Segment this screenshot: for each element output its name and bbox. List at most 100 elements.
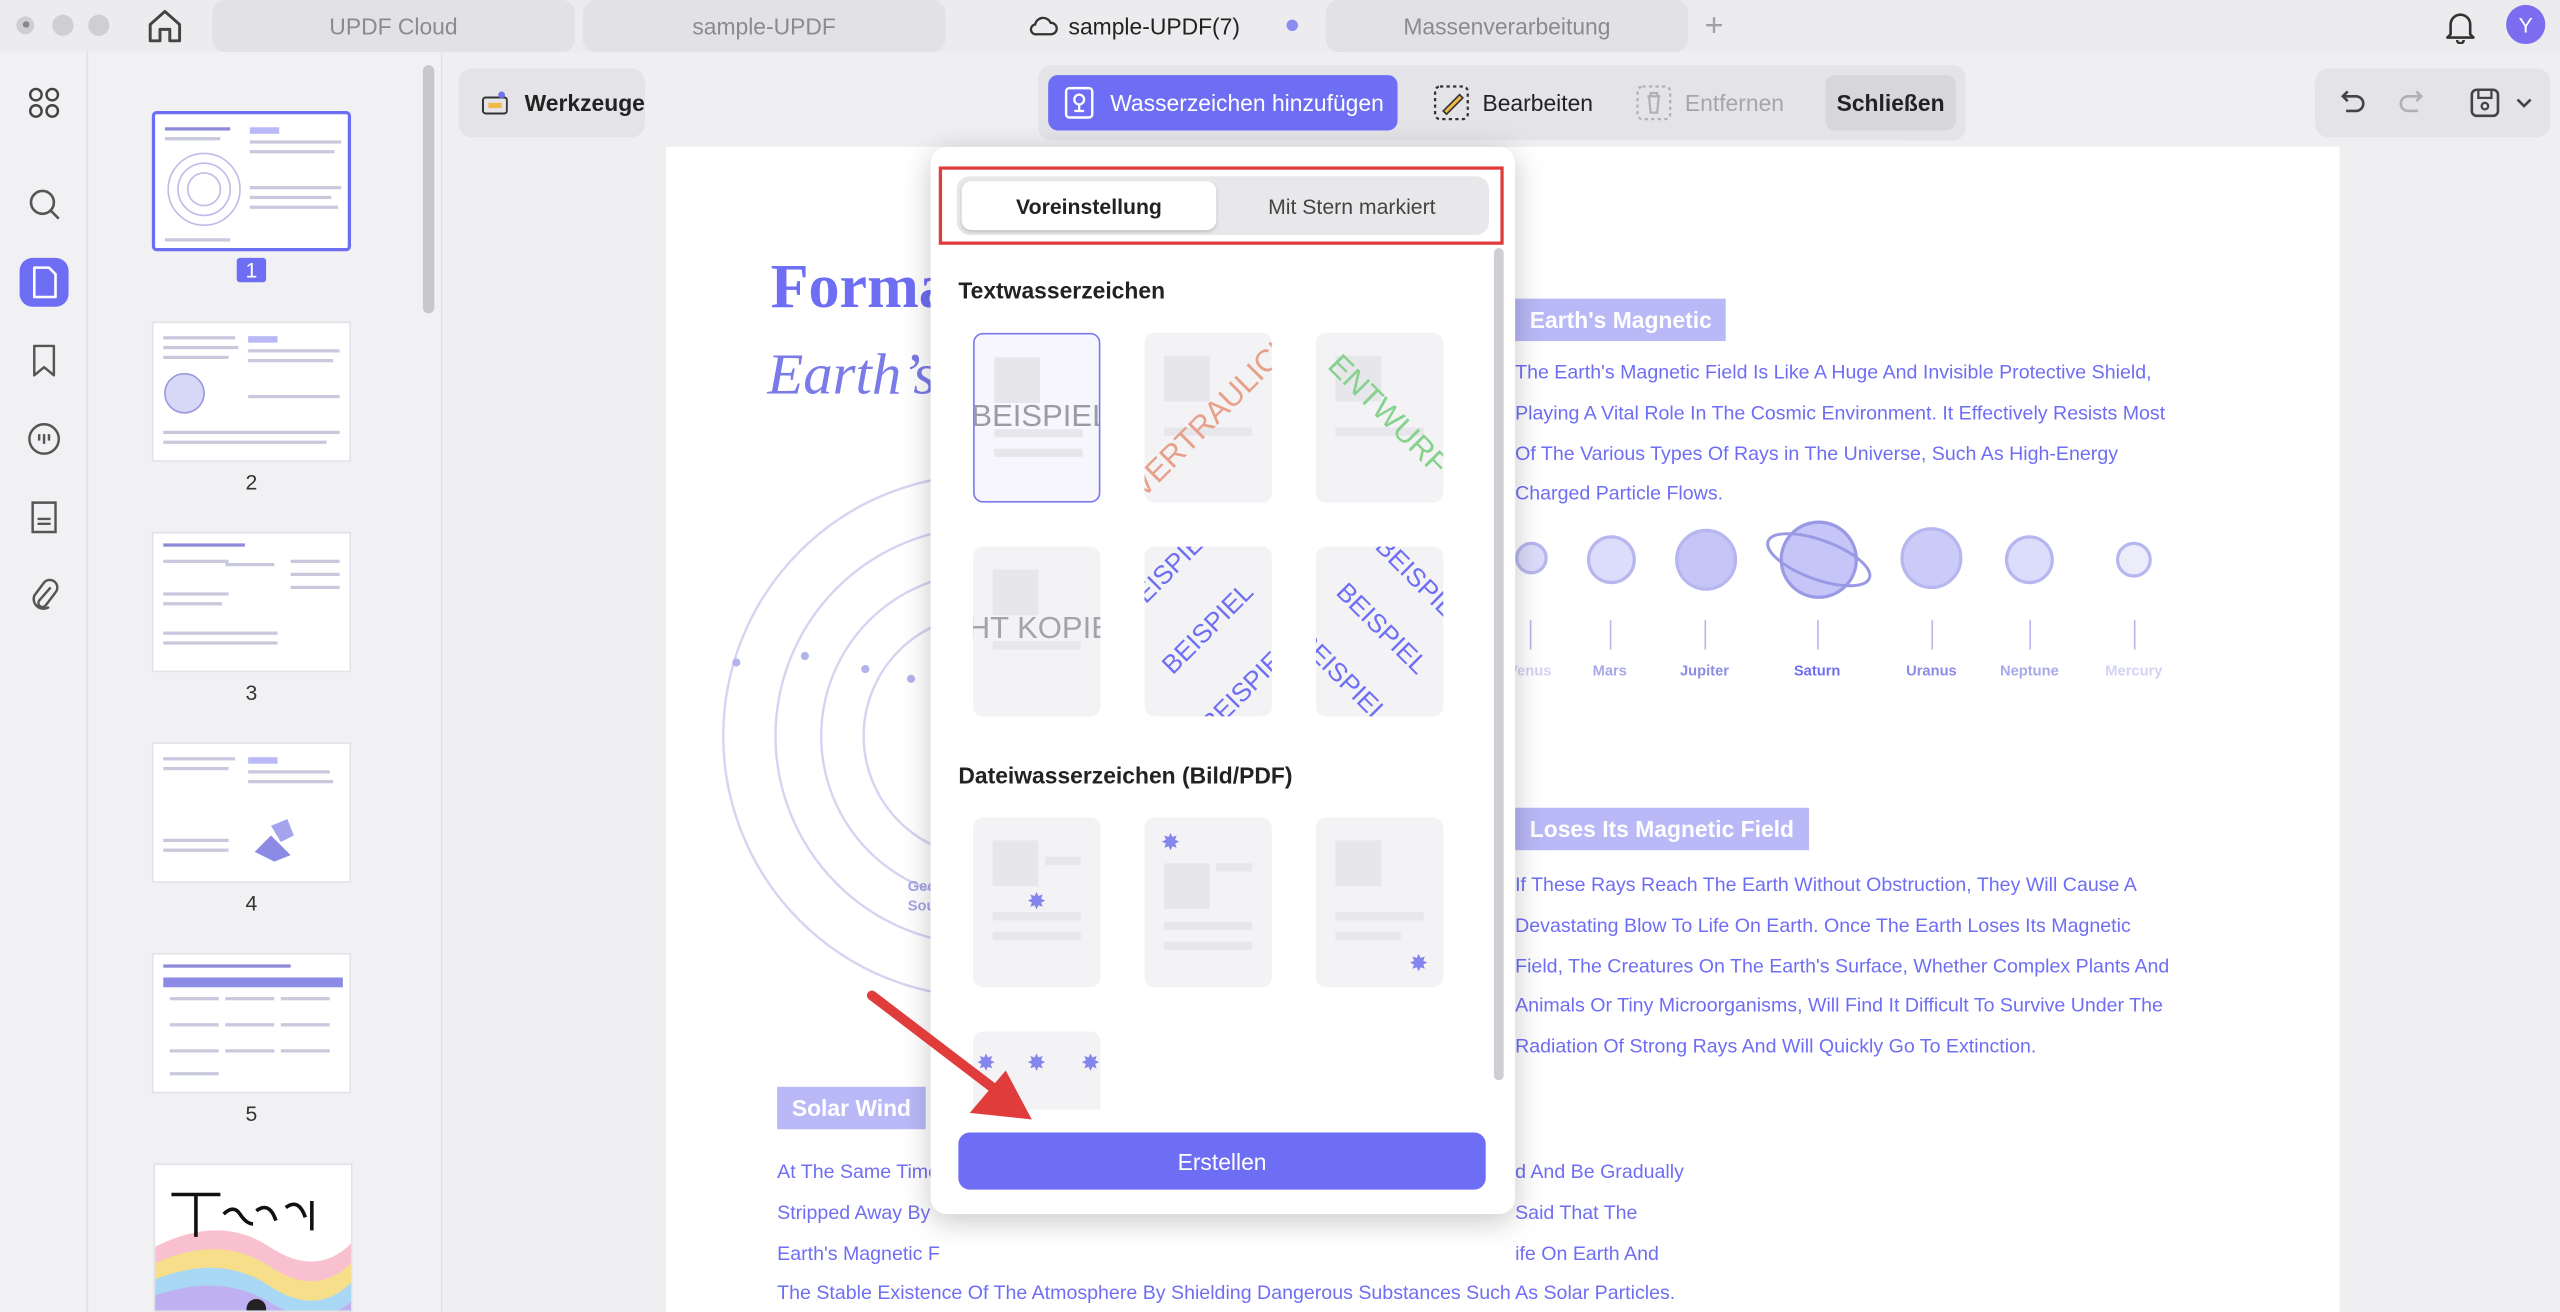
text-watermark-preset-beispiel[interactable]: BEISPIEL bbox=[973, 332, 1101, 503]
tab-sample-updf[interactable]: sample-UPDF bbox=[582, 0, 946, 53]
title-bar: UPDF Cloud sample-UPDF sample-UPDF(7) Ma… bbox=[0, 0, 2560, 53]
page-thumbnail-4[interactable] bbox=[151, 742, 352, 883]
save-icon[interactable] bbox=[2469, 86, 2502, 119]
planet-saturn bbox=[1766, 520, 1872, 599]
text-watermark-heading: Textwasserzeichen bbox=[958, 277, 1166, 304]
grid-icon[interactable] bbox=[20, 78, 69, 127]
section-paragraph-solar-wind-right: d And Be Gradually Said That The ife On … bbox=[1515, 1160, 1684, 1265]
page-thumbnail-6[interactable] bbox=[153, 1163, 353, 1312]
tab-massenverarbeitung[interactable]: Massenverarbeitung bbox=[1325, 0, 1689, 53]
avatar-initial: Y bbox=[2518, 12, 2533, 37]
text-watermark-preset-beispiel-tiled[interactable]: BEISPIEL BEISPIEL BEISPIEL bbox=[1144, 546, 1272, 717]
page-number-label: 5 bbox=[245, 1101, 258, 1126]
diagram-thumbnail-icon bbox=[167, 152, 241, 227]
page-thumbnail-2[interactable] bbox=[151, 321, 352, 462]
planet-label: Uranus bbox=[1906, 662, 1957, 679]
edit-watermark-button[interactable]: Bearbeiten bbox=[1433, 75, 1593, 130]
watermark-toolbar: Wasserzeichen hinzufügen Bearbeiten Entf… bbox=[1038, 65, 1966, 141]
history-toolbar bbox=[2315, 68, 2551, 138]
tools-button[interactable]: Werkzeuge bbox=[458, 68, 645, 138]
search-icon[interactable] bbox=[20, 180, 69, 229]
watermark-source-switch: Voreinstellung Mit Stern markiert bbox=[956, 176, 1489, 235]
edit-watermark-label: Bearbeiten bbox=[1482, 89, 1594, 116]
page-icon[interactable] bbox=[19, 257, 69, 307]
close-watermark-button[interactable]: Schließen bbox=[1825, 75, 1956, 131]
text-watermark-preset-nicht-kopieren[interactable]: NICHT KOPIEREN bbox=[973, 546, 1101, 717]
tools-label: Werkzeuge bbox=[524, 89, 645, 116]
text-watermark-preset-beispiel-diagonal[interactable]: BEISPIEL BEISPIEL BEISPIEL bbox=[1315, 546, 1444, 717]
redo-icon[interactable] bbox=[2397, 86, 2430, 119]
tab-preset[interactable]: Voreinstellung bbox=[961, 181, 1217, 231]
document-title-line-2: Earth’s bbox=[767, 341, 937, 407]
tab-sample-updf-7[interactable]: sample-UPDF(7) bbox=[953, 0, 1315, 52]
remove-watermark-button[interactable]: Entfernen bbox=[1636, 75, 1784, 130]
add-watermark-button[interactable]: Wasserzeichen hinzufügen bbox=[1048, 75, 1398, 131]
globe-thumbnail-icon bbox=[164, 372, 205, 414]
attachment-icon[interactable] bbox=[20, 571, 69, 620]
tab-starred[interactable]: Mit Stern markiert bbox=[1218, 181, 1486, 230]
cloud-icon bbox=[1030, 16, 1059, 36]
travel-cover-thumbnail-icon bbox=[155, 1192, 352, 1311]
page-number-label: 2 bbox=[245, 469, 258, 495]
section-paragraph-solar-wind-last: The Stable Existence Of The Atmosphere B… bbox=[777, 1280, 1676, 1304]
file-watermark-preset-top-left[interactable]: ✸ bbox=[1144, 817, 1272, 988]
tab-label: sample-UPDF bbox=[692, 13, 836, 40]
create-watermark-button[interactable]: Erstellen bbox=[958, 1132, 1486, 1190]
comment-icon[interactable] bbox=[20, 414, 69, 463]
planet-jupiter bbox=[1675, 528, 1738, 591]
remove-watermark-label: Entfernen bbox=[1684, 89, 1785, 116]
image-watermark-icon: ✸ bbox=[1026, 887, 1047, 914]
bookmark-icon[interactable] bbox=[20, 336, 69, 385]
planet-label: Mars bbox=[1592, 662, 1627, 679]
home-icon[interactable] bbox=[144, 7, 186, 46]
section-heading-magnetic: Earth's Magnetic bbox=[1515, 298, 1727, 342]
page-thumbnail-5[interactable] bbox=[151, 952, 352, 1094]
page-number-label: 1 bbox=[152, 257, 351, 283]
add-watermark-label: Wasserzeichen hinzufügen bbox=[1110, 89, 1384, 116]
page-number-label: 3 bbox=[245, 680, 258, 705]
tab-updf-cloud[interactable]: UPDF Cloud bbox=[212, 0, 575, 53]
planet-neptune bbox=[2004, 535, 2054, 585]
unsaved-dot-icon bbox=[1286, 19, 1298, 32]
form-icon[interactable] bbox=[20, 493, 69, 542]
bell-icon[interactable] bbox=[2442, 8, 2478, 45]
planet-uranus bbox=[1900, 527, 1963, 590]
undo-icon[interactable] bbox=[2335, 86, 2368, 119]
image-watermark-icon: ✸ bbox=[1080, 1049, 1100, 1076]
image-watermark-icon: ✸ bbox=[1408, 949, 1429, 976]
page-number-label: 4 bbox=[245, 890, 258, 916]
tab-label: Massenverarbeitung bbox=[1403, 13, 1611, 40]
thumbnail-scrollbar[interactable] bbox=[422, 65, 435, 314]
watermark-icon bbox=[1064, 86, 1094, 119]
text-watermark-preset-vertraulich[interactable]: VERTRAULICH bbox=[1144, 332, 1272, 503]
file-watermark-preset-center[interactable]: ✸ bbox=[973, 817, 1101, 988]
annotation-arrow-icon bbox=[866, 990, 1032, 1120]
window-zoom-button[interactable] bbox=[88, 14, 110, 36]
tab-label: sample-UPDF(7) bbox=[1068, 13, 1240, 40]
planet-mars bbox=[1586, 535, 1636, 585]
file-watermark-preset-bottom-right[interactable]: ✸ bbox=[1315, 817, 1444, 988]
satellite-thumbnail-icon bbox=[254, 819, 294, 862]
close-watermark-label: Schließen bbox=[1836, 89, 1945, 116]
remove-watermark-icon bbox=[1636, 85, 1672, 121]
section-heading-loses-field: Loses Its Magnetic Field bbox=[1515, 807, 1809, 851]
page-thumbnail-3[interactable] bbox=[151, 531, 352, 673]
planet-label: Mercury bbox=[2105, 662, 2163, 679]
toolbox-icon bbox=[481, 91, 508, 115]
section-paragraph-magnetic: The Earth's Magnetic Field Is Like A Hug… bbox=[1515, 360, 2166, 505]
window-close-icon bbox=[22, 21, 30, 28]
avatar[interactable]: Y bbox=[2506, 4, 2546, 45]
new-tab-icon[interactable]: + bbox=[1704, 8, 1723, 46]
chevron-down-icon[interactable] bbox=[2514, 86, 2534, 119]
left-icon-sidebar bbox=[0, 52, 89, 1312]
planet-venus bbox=[1515, 541, 1548, 575]
window-minimize-button[interactable] bbox=[52, 14, 74, 36]
watermark-panel-scrollbar[interactable] bbox=[1493, 248, 1504, 1081]
edit-watermark-icon bbox=[1433, 85, 1469, 121]
image-watermark-icon: ✸ bbox=[1160, 828, 1180, 856]
section-paragraph-solar-wind-left: At The Same Time Stripped Away By Earth'… bbox=[777, 1160, 940, 1265]
text-watermark-preset-entwurf[interactable]: ENTWURF bbox=[1315, 332, 1444, 503]
page-thumbnail-1[interactable] bbox=[151, 110, 352, 252]
planet-label: Saturn bbox=[1793, 662, 1841, 679]
planet-label: Neptune bbox=[1999, 662, 2059, 679]
